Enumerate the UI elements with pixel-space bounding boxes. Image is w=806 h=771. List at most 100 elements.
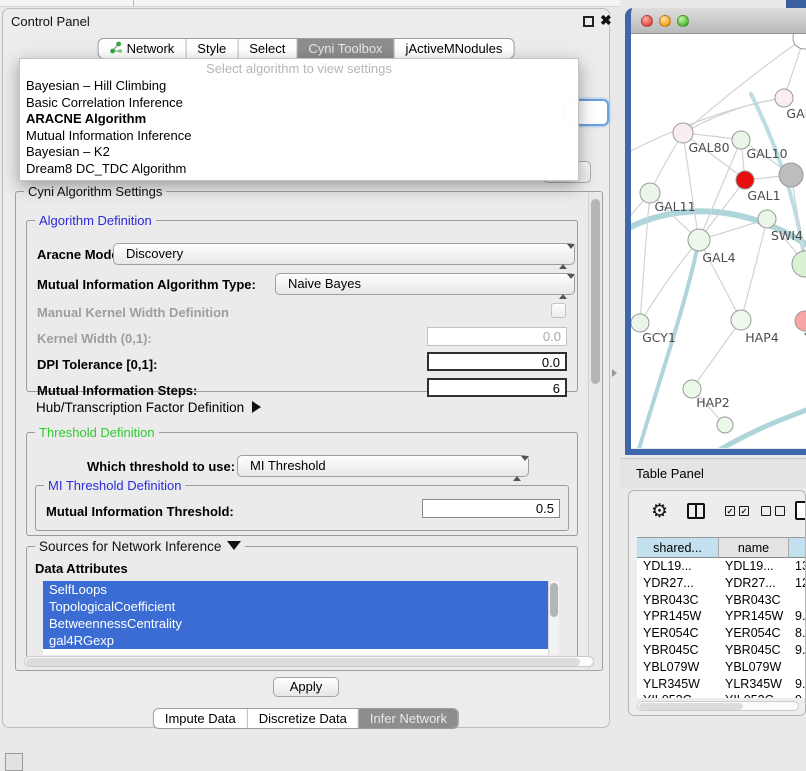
tab-select[interactable]: Select [237, 39, 296, 58]
node-partial-top[interactable] [793, 34, 806, 49]
which-threshold-combo[interactable]: MI Threshold [237, 455, 529, 477]
columns-icon[interactable] [687, 503, 705, 519]
unchecked-checkbox-icon[interactable] [775, 506, 785, 516]
network-canvas[interactable]: GAL2GAL80GAL10GAL1GAL11SWI4GAL4GCY1HAP4Y… [631, 34, 806, 448]
table-row[interactable]: YPR145WYPR145W9. [637, 608, 806, 625]
node-gal1[interactable] [736, 171, 754, 189]
node-swi4[interactable] [758, 210, 776, 228]
table-row[interactable]: YER054CYER054C8. [637, 625, 806, 642]
checked-checkbox-icon[interactable]: ✓ [725, 506, 735, 516]
sources-group-title[interactable]: Sources for Network Inference [35, 539, 245, 554]
tab-style[interactable]: Style [185, 39, 237, 58]
node-gray[interactable] [779, 163, 803, 187]
settings-hscrollbar[interactable] [24, 656, 594, 667]
network-edge[interactable] [640, 193, 650, 323]
collapse-arrow-icon [227, 541, 241, 550]
table-cell: YLR345W [637, 676, 719, 693]
node-salmon[interactable] [795, 311, 806, 331]
network-edge[interactable] [741, 219, 767, 320]
tab-label: Network [127, 41, 175, 56]
close-traffic-light-icon[interactable] [641, 15, 653, 27]
aracne-mode-combo[interactable]: Discovery [113, 243, 575, 265]
algorithm-option[interactable]: Basic Correlation Inference [20, 95, 578, 112]
tab-jactivemnodules[interactable]: jActiveMNodules [394, 39, 514, 58]
data-attribute-item[interactable]: BetweennessCentrality [43, 615, 548, 632]
table-hscrollbar[interactable] [637, 701, 799, 711]
table-cell: YDL19... [719, 558, 789, 575]
kernel-width-field[interactable]: 0.0 [427, 327, 567, 346]
splitter-collapse-icon[interactable] [612, 369, 617, 377]
sources-group: Sources for Network Inference Data Attri… [26, 546, 578, 658]
network-edge[interactable] [699, 140, 741, 240]
table-cell: YPR145W [719, 608, 789, 625]
checked-checkbox-icon[interactable]: ✓ [739, 506, 749, 516]
attributes-scrollbar-thumb[interactable] [550, 583, 558, 617]
column-header[interactable]: A [789, 537, 806, 558]
attributes-scrollbar[interactable] [548, 581, 559, 655]
settings-scrollbar[interactable] [588, 193, 601, 669]
table-row[interactable]: YLR345WYLR345W9. [637, 676, 806, 693]
algorithm-option[interactable]: Bayesian – Hill Climbing [20, 78, 578, 95]
aracne-mode-label: Aracne Mode: [37, 247, 123, 262]
kernel-width-label: Kernel Width (0,1): [37, 331, 152, 346]
column-header[interactable]: shared... [637, 537, 719, 558]
bottom-corner-icon[interactable] [5, 753, 23, 771]
node-partial-bottom[interactable] [717, 417, 733, 433]
algorithm-option[interactable]: Dream8 DC_TDC Algorithm [20, 161, 578, 178]
apply-button[interactable]: Apply [273, 677, 339, 697]
bottom-tab-infer-network[interactable]: Infer Network [358, 709, 458, 728]
mi-type-combo[interactable]: Naive Bayes [275, 273, 575, 295]
algorithm-option[interactable]: Mutual Information Inference [20, 128, 578, 145]
node-label: GAL11 [654, 199, 695, 214]
table-cell: YDL19... [637, 558, 719, 575]
app-top-strip [0, 0, 620, 7]
zoom-traffic-light-icon[interactable] [677, 15, 689, 27]
table-row[interactable]: YBR043CYBR043C [637, 592, 806, 609]
mi-type-value: Naive Bayes [288, 276, 361, 291]
algorithm-option[interactable]: Bayesian – K2 [20, 144, 578, 161]
close-icon[interactable]: ✖ [600, 12, 612, 28]
bottom-tab-discretize-data[interactable]: Discretize Data [247, 709, 358, 728]
mi-steps-field[interactable]: 6 [427, 378, 567, 397]
node-hap4[interactable] [731, 310, 751, 330]
dpi-tolerance-field[interactable]: 0.0 [427, 352, 567, 371]
table-row[interactable]: YIL052CYIL052C9 [637, 692, 806, 698]
data-attribute-item[interactable]: TopologicalCoefficient [43, 598, 548, 615]
manual-kernel-label: Manual Kernel Width Definition [37, 305, 229, 320]
table-row[interactable]: YBL079WYBL079W [637, 659, 806, 676]
settings-scrollbar-thumb[interactable] [591, 199, 600, 384]
node-big-green[interactable] [792, 251, 806, 277]
manual-kernel-checkbox[interactable] [551, 303, 566, 318]
settings-hscrollbar-thumb[interactable] [26, 658, 580, 666]
network-edge[interactable] [791, 175, 805, 264]
minimize-traffic-light-icon[interactable] [659, 15, 671, 27]
network-edge[interactable] [692, 320, 741, 389]
algorithm-definition-title: Algorithm Definition [35, 213, 156, 228]
float-window-icon[interactable] [583, 16, 594, 27]
unchecked-checkbox-icon[interactable] [761, 506, 771, 516]
table-cell [789, 659, 806, 676]
algorithm-option[interactable]: ARACNE Algorithm [20, 111, 578, 128]
table-row[interactable]: YDR27...YDR27...12 [637, 575, 806, 592]
hub-definition-expander[interactable]: Hub/Transcription Factor Definition [36, 400, 261, 415]
node-gal4[interactable] [688, 229, 710, 251]
column-header[interactable]: name [719, 537, 789, 558]
data-attributes-label: Data Attributes [35, 561, 128, 576]
network-window-titlebar[interactable] [631, 8, 806, 34]
table-cell: YIL052C [719, 692, 789, 698]
data-attribute-item[interactable]: SelfLoops [43, 581, 548, 598]
tab-cyni-toolbox[interactable]: Cyni Toolbox [296, 39, 393, 58]
table-panel-title: Table Panel [636, 466, 704, 481]
gear-icon[interactable]: ⚙ [651, 500, 668, 523]
mi-threshold-field[interactable]: 0.5 [422, 499, 560, 518]
bottom-tab-impute-data[interactable]: Impute Data [154, 709, 247, 728]
tab-network[interactable]: Network [99, 39, 186, 58]
control-panel: Control Panel ✖ NetworkStyleSelectCyni T… [2, 8, 610, 728]
data-attribute-item[interactable]: gal4RGexp [43, 632, 548, 649]
table-row[interactable]: YDL19...YDL19...13 [637, 558, 806, 575]
document-icon[interactable] [795, 501, 806, 520]
table-row[interactable]: YBR045CYBR045C9. [637, 642, 806, 659]
table-hscrollbar-thumb[interactable] [639, 703, 743, 710]
network-edge[interactable] [721, 406, 806, 448]
node-gal2[interactable] [775, 89, 793, 107]
